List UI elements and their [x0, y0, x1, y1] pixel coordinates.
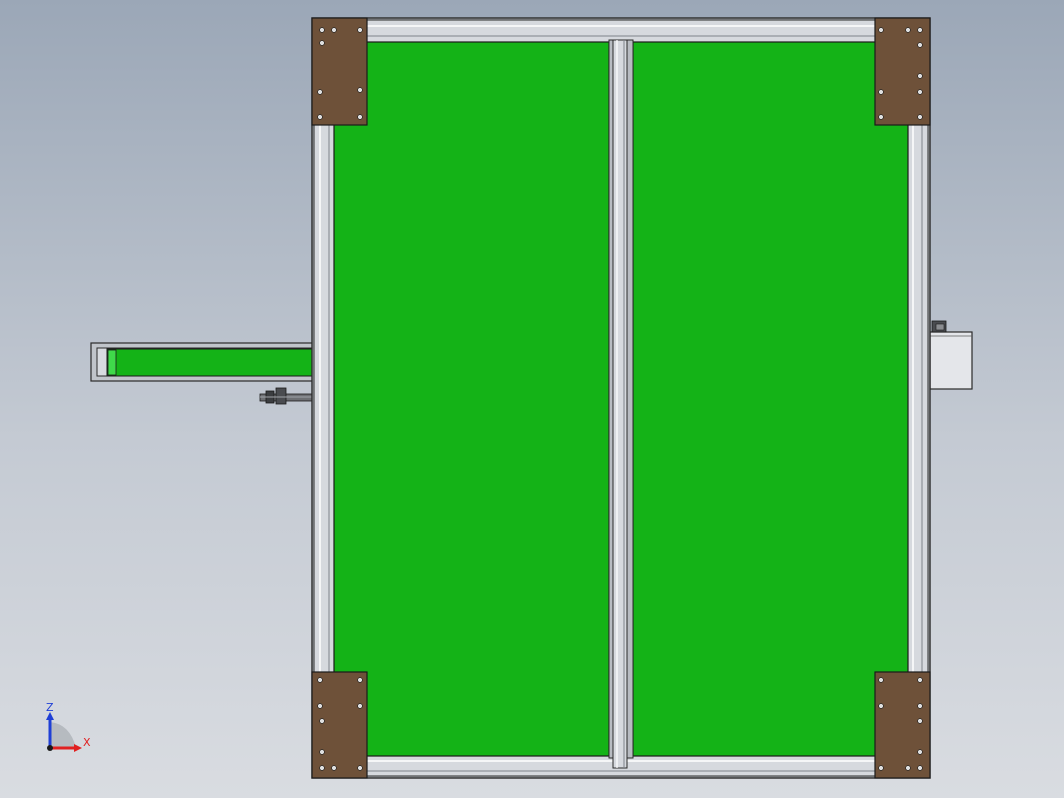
right-side-box[interactable]	[929, 320, 973, 390]
left-side-conveyor[interactable]	[90, 342, 314, 382]
center-divider-rail[interactable]	[608, 39, 634, 769]
corner-bracket-bottom-left[interactable]	[311, 671, 368, 779]
corner-bracket-top-right[interactable]	[874, 17, 931, 126]
triad-origin	[47, 745, 53, 751]
triad-base-icon	[50, 722, 76, 748]
cad-viewport[interactable]: Z X	[0, 0, 1064, 798]
corner-bracket-top-left[interactable]	[311, 17, 368, 126]
x-axis-label: X	[83, 736, 91, 749]
right-green-panel[interactable]	[632, 41, 909, 757]
corner-bracket-bottom-right[interactable]	[874, 671, 931, 779]
x-axis-arrow-icon	[74, 744, 82, 752]
coordinate-triad: Z X	[46, 701, 91, 752]
left-green-panel[interactable]	[333, 41, 610, 757]
z-axis-label: Z	[46, 701, 54, 714]
left-cylinder[interactable]	[259, 387, 313, 405]
